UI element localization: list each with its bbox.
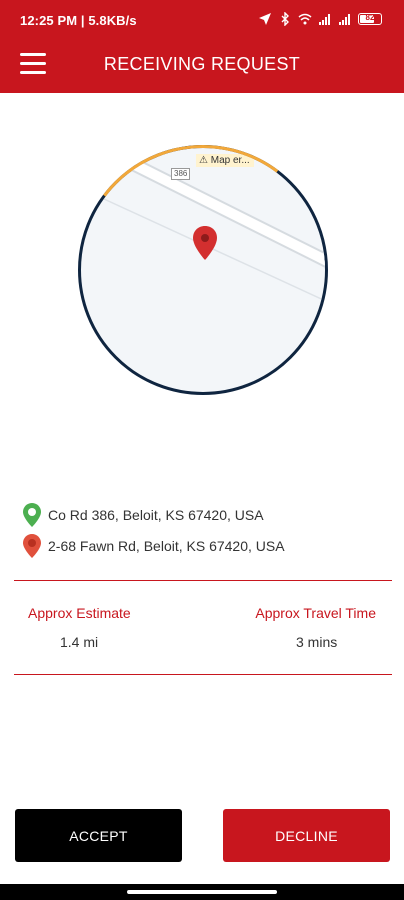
status-bar: 12:25 PM | 5.8KB/s 82 bbox=[0, 0, 404, 44]
wifi-icon bbox=[298, 13, 312, 25]
status-icons: 82 bbox=[258, 12, 382, 26]
distance-value: 1.4 mi bbox=[60, 634, 99, 650]
divider bbox=[14, 580, 392, 581]
page-title: RECEIVING REQUEST bbox=[103, 54, 301, 74]
divider bbox=[14, 674, 392, 675]
distance-label: Approx Estimate bbox=[28, 605, 131, 621]
origin-address: Co Rd 386, Beloit, KS 67420, USA bbox=[48, 507, 264, 523]
time-value: 3 mins bbox=[296, 634, 338, 650]
decline-button[interactable]: DECLINE bbox=[223, 809, 390, 862]
status-time: 12:25 PM | 5.8KB/s bbox=[20, 13, 137, 28]
signal-icon bbox=[319, 14, 330, 25]
app-header: 12:25 PM | 5.8KB/s 82 RECEIVING REQUEST bbox=[0, 0, 404, 93]
battery-level: 82 bbox=[365, 13, 375, 22]
system-nav-bar bbox=[0, 884, 404, 900]
time-label: Approx Travel Time bbox=[255, 605, 376, 621]
destination-row: 2-68 Fawn Rd, Beloit, KS 67420, USA bbox=[22, 533, 285, 559]
destination-pin-icon bbox=[23, 534, 41, 558]
origin-pin-icon bbox=[23, 503, 41, 527]
signal-icon bbox=[339, 14, 350, 25]
home-handle[interactable] bbox=[127, 890, 277, 894]
battery-icon: 82 bbox=[358, 13, 382, 25]
bluetooth-icon bbox=[281, 12, 289, 26]
destination-address: 2-68 Fawn Rd, Beloit, KS 67420, USA bbox=[48, 538, 285, 554]
accept-button[interactable]: ACCEPT bbox=[15, 809, 182, 862]
navigation-arrow-icon bbox=[259, 13, 271, 25]
origin-row: Co Rd 386, Beloit, KS 67420, USA bbox=[22, 502, 264, 528]
